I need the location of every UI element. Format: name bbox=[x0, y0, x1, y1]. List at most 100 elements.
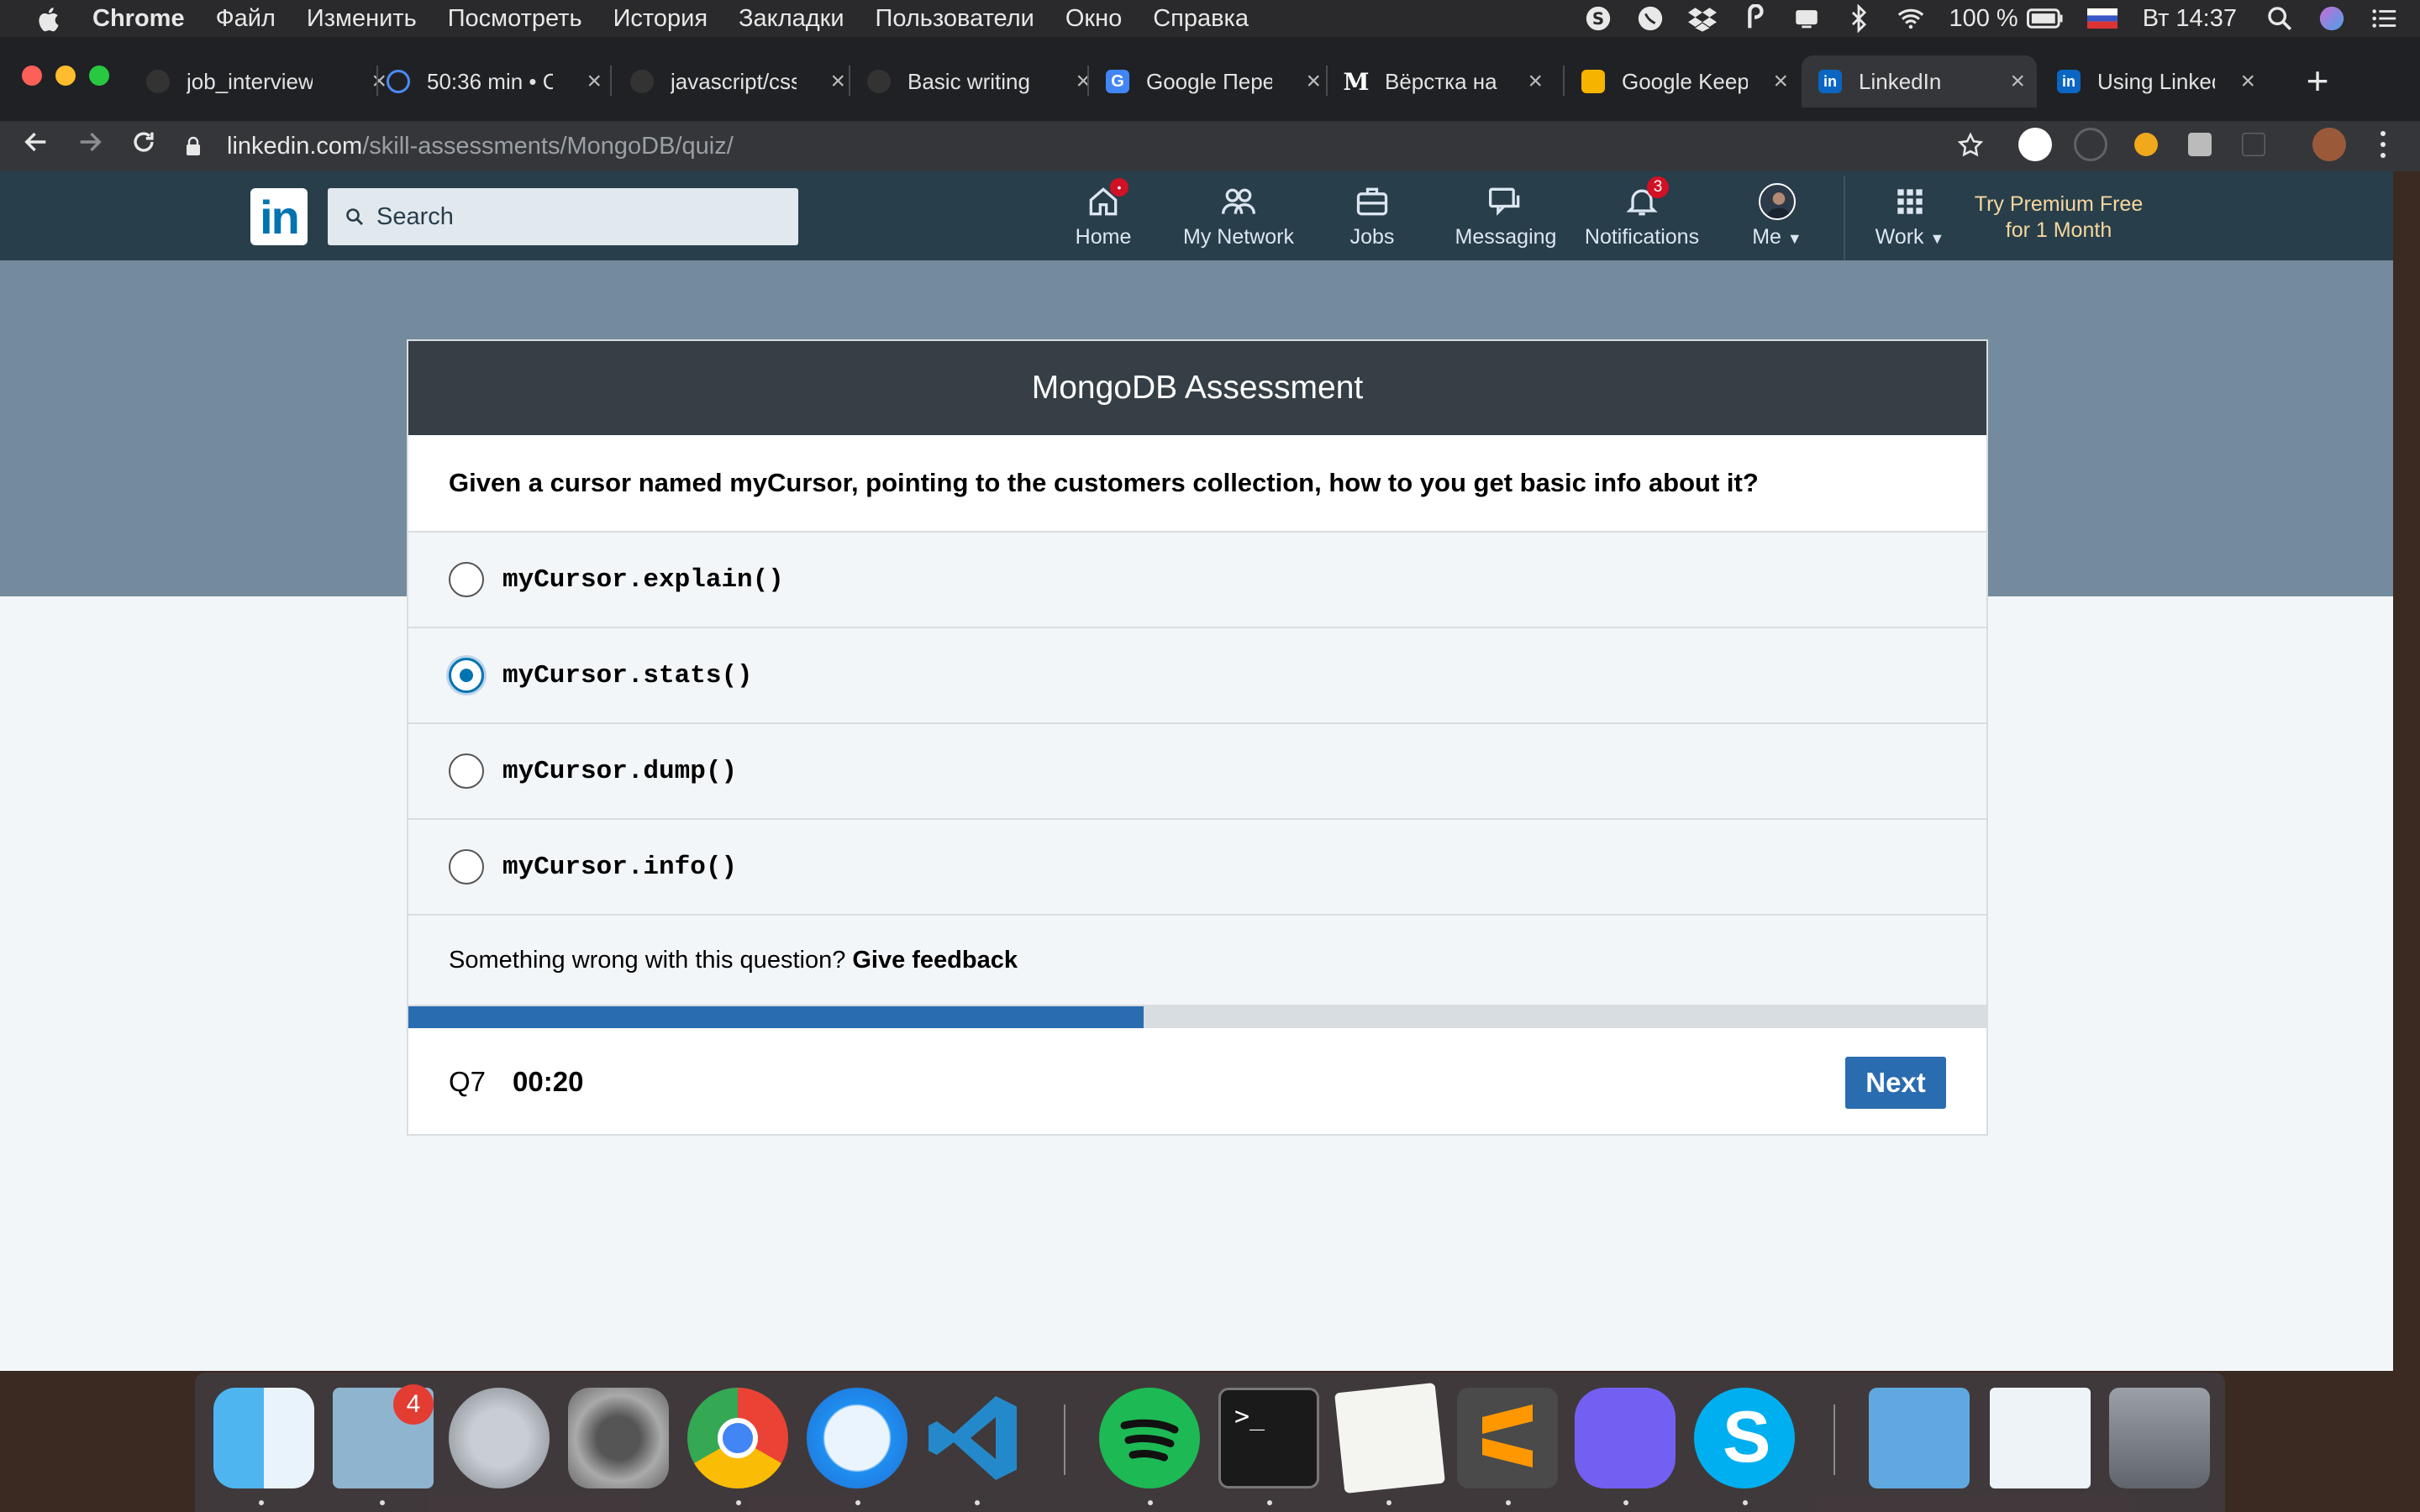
window-close-button[interactable] bbox=[22, 66, 42, 86]
dropbox-status-icon[interactable] bbox=[1688, 4, 1718, 33]
browser-tab[interactable]: in Using LinkedIn × bbox=[2057, 55, 2267, 108]
url-path: /skill-assessments/MongoDB/quiz/ bbox=[362, 132, 734, 160]
nav-work[interactable]: Work ▼ bbox=[1870, 183, 1949, 254]
radio-button[interactable] bbox=[449, 562, 484, 597]
paw-status-icon[interactable] bbox=[1740, 4, 1769, 33]
extension-recycle-icon[interactable] bbox=[2074, 128, 2107, 161]
skype-status-icon[interactable]: S bbox=[1584, 4, 1612, 33]
forward-arrow-icon[interactable] bbox=[76, 128, 104, 164]
browser-tab[interactable]: 50:36 min • C × bbox=[387, 55, 613, 108]
browser-tab[interactable]: M Вёрстка на G × bbox=[1344, 55, 1555, 108]
radio-button-checked[interactable] bbox=[449, 658, 484, 693]
menu-bookmarks[interactable]: Закладки bbox=[739, 5, 844, 33]
textedit-icon[interactable] bbox=[1334, 1383, 1445, 1494]
reload-icon[interactable] bbox=[129, 128, 158, 164]
window-zoom-button[interactable] bbox=[89, 66, 109, 86]
next-button[interactable]: Next bbox=[1845, 1057, 1946, 1109]
siri-icon[interactable] bbox=[2317, 4, 2346, 33]
search-input[interactable]: Search bbox=[328, 188, 798, 245]
menu-people[interactable]: Пользователи bbox=[876, 5, 1034, 33]
tab-close-icon[interactable]: × bbox=[830, 67, 845, 96]
sublime-text-icon[interactable] bbox=[1457, 1388, 1558, 1488]
answer-option-selected[interactable]: myCursor.stats() bbox=[408, 628, 1986, 724]
address-bar[interactable]: linkedin.com/skill-assessments/MongoDB/q… bbox=[185, 124, 1966, 168]
viber-icon[interactable] bbox=[1575, 1388, 1676, 1488]
google-keep-favicon-icon bbox=[1581, 70, 1605, 93]
bookmark-star-icon[interactable] bbox=[1956, 131, 1985, 164]
browser-tab[interactable]: job_interview_ × bbox=[146, 55, 398, 108]
notification-center-icon[interactable] bbox=[1792, 4, 1821, 33]
spotify-icon[interactable] bbox=[1099, 1388, 1200, 1488]
extension-white-circle-icon[interactable] bbox=[2018, 128, 2052, 161]
browser-tab[interactable]: Basic writing × bbox=[867, 55, 1102, 108]
profile-avatar-icon[interactable] bbox=[2312, 128, 2346, 161]
tab-separator bbox=[1326, 66, 1328, 96]
menu-view[interactable]: Посмотреть bbox=[448, 5, 582, 33]
nav-messaging[interactable]: Messaging bbox=[1454, 183, 1558, 254]
menu-help[interactable]: Справка bbox=[1153, 5, 1249, 33]
menu-history[interactable]: История bbox=[613, 5, 708, 33]
bluetooth-icon[interactable] bbox=[1844, 4, 1873, 33]
tab-close-icon[interactable]: × bbox=[2240, 67, 2255, 96]
control-center-list-icon[interactable] bbox=[2370, 4, 2398, 33]
new-tab-button[interactable]: + bbox=[2297, 60, 2338, 101]
answer-option[interactable]: myCursor.info() bbox=[408, 820, 1986, 916]
input-source-flag-icon[interactable] bbox=[2086, 8, 2118, 29]
menu-app-name[interactable]: Chrome bbox=[92, 5, 185, 33]
spotlight-search-icon[interactable] bbox=[2265, 4, 2294, 33]
nav-me[interactable]: Me ▼ bbox=[1748, 183, 1807, 254]
finder-icon[interactable] bbox=[213, 1388, 314, 1488]
extension-printer-icon[interactable] bbox=[2188, 133, 2212, 156]
browser-tab[interactable]: G Google Переводчик × bbox=[1106, 55, 1333, 108]
folder-icon[interactable] bbox=[1869, 1388, 1970, 1488]
browser-tab[interactable]: Google Keep × bbox=[1581, 55, 1800, 108]
feedback-text: Something wrong with this question? bbox=[449, 946, 846, 974]
clock[interactable]: Вт 14:37 bbox=[2143, 5, 2237, 33]
tab-close-icon[interactable]: × bbox=[1773, 67, 1788, 96]
skype-icon[interactable]: S bbox=[1694, 1388, 1795, 1488]
tab-close-icon[interactable]: × bbox=[587, 67, 602, 96]
apple-menu-icon[interactable] bbox=[35, 6, 60, 32]
linkedin-logo[interactable]: in bbox=[250, 188, 308, 245]
viber-status-icon[interactable] bbox=[1636, 4, 1665, 33]
terminal-icon[interactable]: >_ bbox=[1218, 1388, 1319, 1488]
tab-close-icon[interactable]: × bbox=[371, 67, 387, 96]
documents-stack-icon[interactable] bbox=[1990, 1388, 2091, 1488]
nav-divider bbox=[1844, 176, 1845, 260]
browser-tab-active[interactable]: in LinkedIn × bbox=[1802, 55, 2037, 108]
menu-window[interactable]: Окно bbox=[1065, 5, 1122, 33]
answer-option[interactable]: myCursor.explain() bbox=[408, 533, 1986, 628]
assessment-title: MongoDB Assessment bbox=[408, 341, 1986, 435]
menu-file[interactable]: Файл bbox=[216, 5, 276, 33]
radio-button[interactable] bbox=[449, 849, 484, 885]
back-arrow-icon[interactable] bbox=[22, 128, 50, 164]
dock-separator bbox=[1833, 1404, 1835, 1475]
nav-jobs[interactable]: Jobs bbox=[1346, 183, 1398, 254]
launchpad-rocket-icon[interactable] bbox=[449, 1388, 550, 1488]
browser-menu-icon[interactable] bbox=[2375, 128, 2391, 161]
tab-close-icon[interactable]: × bbox=[1528, 67, 1543, 96]
window-minimize-button[interactable] bbox=[55, 66, 76, 86]
answer-option[interactable]: myCursor.dump() bbox=[408, 724, 1986, 820]
vscode-icon[interactable] bbox=[924, 1388, 1025, 1488]
chrome-icon[interactable] bbox=[687, 1388, 788, 1488]
extension-paw-icon[interactable] bbox=[2134, 133, 2158, 156]
nav-home[interactable]: • Home bbox=[1072, 178, 1134, 254]
radio-button[interactable] bbox=[449, 753, 484, 789]
wifi-icon[interactable] bbox=[1897, 4, 1925, 33]
jobs-briefcase-icon bbox=[1354, 183, 1391, 220]
try-premium-link[interactable]: Try Premium Free for 1 Month bbox=[1966, 192, 2151, 244]
safari-compass-icon[interactable] bbox=[807, 1388, 908, 1488]
trash-icon[interactable] bbox=[2109, 1388, 2210, 1488]
running-indicator bbox=[1623, 1500, 1628, 1505]
tab-close-icon[interactable]: × bbox=[2010, 67, 2025, 96]
extension-bracket-icon[interactable] bbox=[2242, 133, 2265, 156]
nav-my-network[interactable]: My Network bbox=[1180, 183, 1297, 254]
nav-notifications[interactable]: 3 Notifications bbox=[1580, 176, 1704, 254]
menu-edit[interactable]: Изменить bbox=[307, 5, 417, 33]
battery-icon[interactable] bbox=[2026, 8, 2064, 29]
give-feedback-link[interactable]: Give feedback bbox=[852, 947, 1018, 974]
tab-close-icon[interactable]: × bbox=[1306, 67, 1321, 96]
system-preferences-gear-icon[interactable] bbox=[568, 1388, 669, 1488]
browser-tab[interactable]: javascript/css × bbox=[630, 55, 857, 108]
